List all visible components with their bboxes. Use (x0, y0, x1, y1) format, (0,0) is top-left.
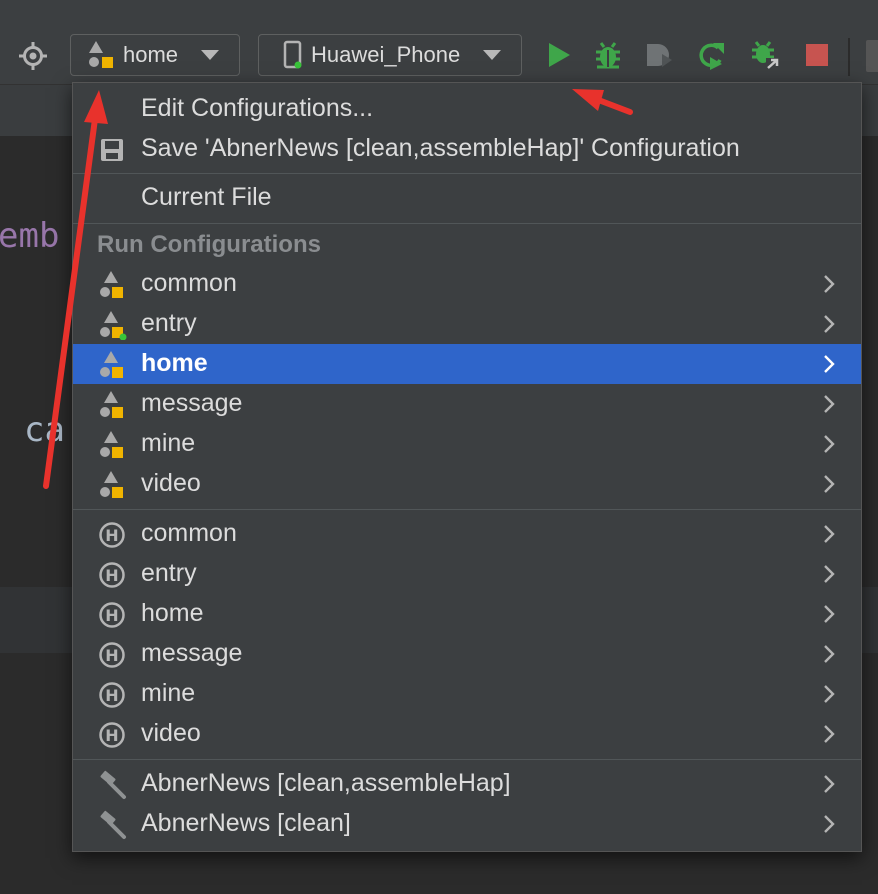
chevron-right-icon (824, 395, 835, 413)
menu-item-label: mine (141, 679, 196, 707)
menu-item-label: video (141, 469, 201, 497)
hammer-icon (100, 770, 126, 799)
module-config-item-mine[interactable]: mine (73, 424, 861, 464)
hap-h-icon: H (99, 642, 125, 668)
chevron-right-icon (824, 775, 835, 793)
chevron-right-icon (824, 275, 835, 293)
menu-item-label: Current File (141, 183, 272, 211)
module-config-item-home[interactable]: home (73, 344, 861, 384)
menu-item-label: common (141, 269, 237, 297)
module-config-item-message[interactable]: message (73, 384, 861, 424)
stop-icon[interactable] (802, 40, 832, 70)
svg-text:H: H (105, 526, 118, 545)
svg-text:H: H (105, 726, 118, 745)
module-config-icon (100, 471, 123, 498)
chevron-right-icon (824, 725, 835, 743)
menu-item-label: home (141, 599, 204, 627)
menu-item-current-file[interactable]: Current File (73, 178, 861, 218)
chevron-down-icon (483, 50, 501, 60)
hap-config-item-entry[interactable]: Hentry (73, 554, 861, 594)
menu-divider (73, 759, 861, 760)
hap-config-item-common[interactable]: Hcommon (73, 514, 861, 554)
menu-item-label: home (141, 349, 208, 377)
chevron-right-icon (824, 475, 835, 493)
menu-divider (73, 223, 861, 224)
chevron-right-icon (824, 645, 835, 663)
run-icon[interactable] (544, 40, 574, 70)
code-fragment: ca (24, 410, 65, 450)
menu-item-label: entry (141, 309, 197, 337)
menu-item-label: Edit Configurations... (141, 94, 374, 122)
device-label: Huawei_Phone (311, 42, 461, 67)
module-config-icon (89, 41, 113, 68)
gradle-task-item-abnernews-clean-assemblehap[interactable]: AbnerNews [clean,assembleHap] (73, 764, 861, 804)
chevron-right-icon (824, 605, 835, 623)
chevron-down-icon (201, 50, 219, 60)
menu-item-label: AbnerNews [clean,assembleHap] (141, 769, 511, 797)
menu-divider (73, 509, 861, 510)
module-config-item-entry[interactable]: entry (73, 304, 861, 344)
module-config-item-video[interactable]: video (73, 464, 861, 504)
debug-icon[interactable] (593, 40, 623, 70)
chevron-right-icon (824, 565, 835, 583)
module-config-item-common[interactable]: common (73, 264, 861, 304)
hap-h-icon: H (99, 522, 125, 548)
hap-h-icon: H (99, 602, 125, 628)
hap-config-item-mine[interactable]: Hmine (73, 674, 861, 714)
profile-icon[interactable] (644, 40, 674, 70)
menu-item-label: AbnerNews [clean] (141, 809, 351, 837)
hammer-icon (100, 810, 126, 839)
svg-text:H: H (105, 606, 118, 625)
menu-item-label: mine (141, 429, 196, 457)
svg-text:H: H (105, 566, 118, 585)
module-config-icon (100, 271, 123, 298)
module-config-icon (100, 351, 123, 378)
hap-h-icon: H (99, 682, 125, 708)
apply-changes-icon[interactable] (696, 40, 726, 70)
hap-config-item-home[interactable]: Hhome (73, 594, 861, 634)
main-toolbar: home Huawei_Phone (0, 0, 878, 84)
chevron-right-icon (824, 815, 835, 833)
module-config-icon (100, 431, 123, 458)
svg-text:H: H (105, 646, 118, 665)
chevron-right-icon (824, 315, 835, 333)
chevron-right-icon (824, 435, 835, 453)
phone-icon (283, 40, 302, 69)
menu-item-label: entry (141, 559, 197, 587)
gradle-task-item-abnernews-clean[interactable]: AbnerNews [clean] (73, 804, 861, 844)
floppy-disk-icon (101, 139, 123, 161)
hap-config-item-video[interactable]: Hvideo (73, 714, 861, 754)
menu-item-label: Save 'AbnerNews [clean,assembleHap]' Con… (141, 134, 740, 162)
run-configuration-label: home (123, 42, 179, 67)
toolbar-separator (848, 38, 850, 76)
menu-item-label: video (141, 719, 201, 747)
device-combo[interactable]: Huawei_Phone (258, 34, 522, 76)
target-icon[interactable] (18, 41, 48, 71)
chevron-right-icon (824, 685, 835, 703)
run-configuration-popup: Edit Configurations... Save 'AbnerNews [… (72, 82, 862, 852)
chevron-right-icon (824, 525, 835, 543)
run-configuration-combo[interactable]: home (70, 34, 240, 76)
hap-config-item-message[interactable]: Hmessage (73, 634, 861, 674)
menu-item-label: message (141, 389, 243, 417)
svg-text:H: H (105, 686, 118, 705)
menu-item-edit-configurations[interactable]: Edit Configurations... (73, 89, 861, 129)
module-config-icon (100, 391, 123, 418)
hap-h-icon: H (99, 562, 125, 588)
attach-debugger-icon[interactable] (750, 40, 780, 70)
menu-divider (73, 173, 861, 174)
run-configurations-header: Run Configurations (97, 231, 321, 258)
hap-h-icon: H (99, 722, 125, 748)
menu-item-label: message (141, 639, 243, 667)
module-config-active-icon (100, 311, 127, 340)
code-fragment: emb (0, 216, 60, 256)
menu-item-save-configuration[interactable]: Save 'AbnerNews [clean,assembleHap]' Con… (73, 129, 861, 169)
menu-item-label: common (141, 519, 237, 547)
toolbar-overflow-button[interactable] (866, 40, 878, 72)
chevron-right-icon (824, 355, 835, 373)
